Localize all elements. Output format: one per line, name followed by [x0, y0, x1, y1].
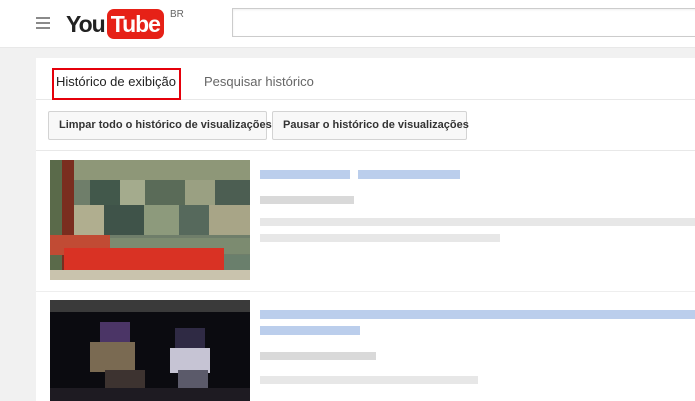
description-blur: [260, 376, 478, 384]
clear-history-button[interactable]: Limpar todo o histórico de visualizações: [48, 111, 272, 140]
history-tabs: Histórico de exibição Pesquisar históric…: [36, 58, 695, 100]
masthead: You Tube BR: [0, 0, 695, 48]
pixelated-thumbnail-icon: [50, 160, 250, 280]
highlight-annotation: [52, 68, 181, 100]
video-thumbnail[interactable]: [50, 160, 250, 280]
video-title-blur[interactable]: [358, 170, 460, 179]
channel-name-blur[interactable]: [260, 352, 376, 360]
video-thumbnail[interactable]: [50, 300, 250, 401]
youtube-logo[interactable]: You Tube BR: [66, 9, 184, 39]
pause-history-button[interactable]: Pausar o histórico de visualizações: [272, 111, 469, 140]
channel-name-blur[interactable]: [260, 196, 354, 204]
region-label: BR: [169, 9, 184, 20]
tab-search-history[interactable]: Pesquisar histórico: [204, 74, 314, 90]
search-input[interactable]: [232, 8, 695, 37]
menu-icon[interactable]: [36, 17, 50, 29]
description-blur: [260, 234, 500, 242]
pixelated-thumbnail-icon: [50, 300, 250, 401]
video-title-blur[interactable]: [260, 170, 350, 179]
logo-you-text: You: [66, 11, 106, 37]
video-title-blur[interactable]: [260, 326, 360, 335]
divider: [36, 291, 695, 292]
video-title-blur[interactable]: [260, 310, 695, 319]
logo-tube-text: Tube: [106, 9, 164, 39]
divider: [36, 150, 695, 151]
history-card: Histórico de exibição Pesquisar históric…: [36, 58, 695, 401]
description-blur: [260, 218, 695, 226]
